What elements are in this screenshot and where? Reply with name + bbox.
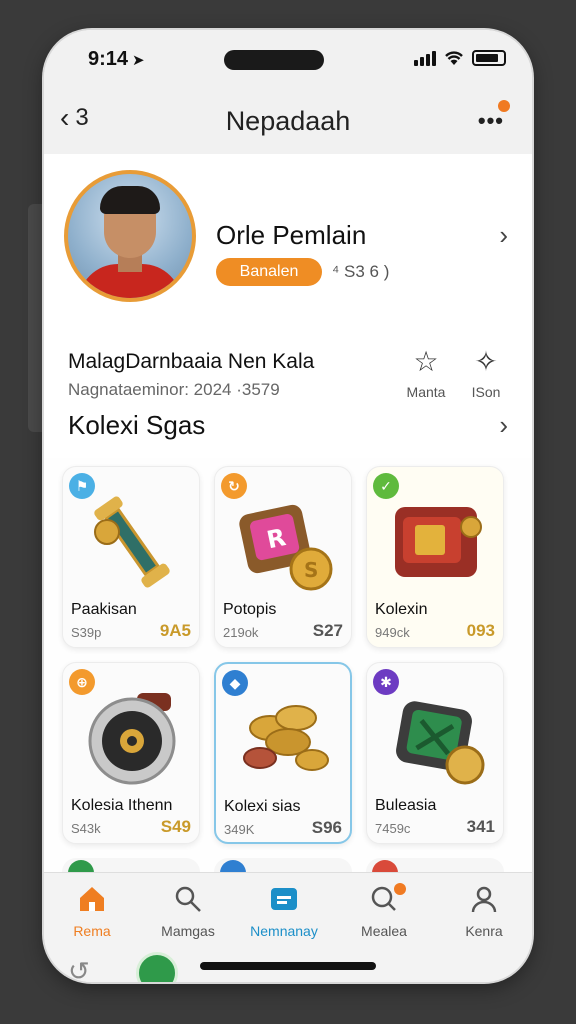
share-action-button[interactable]: ✧ ISon: [458, 346, 514, 400]
battery-icon: [472, 50, 506, 66]
card-subtitle: S43k: [71, 821, 101, 836]
card-title: Kolesia Ithenn: [71, 797, 173, 814]
coins-item-image: [243, 705, 329, 771]
profile-stat: ⁴ S3 6 ): [332, 262, 390, 281]
favorite-action-button[interactable]: ☆ Manta: [398, 346, 454, 400]
signal-icon: [414, 50, 436, 66]
collection-card[interactable]: ⊕ Kolesia Ithenn S43k S49: [62, 662, 200, 844]
profile-icon: [438, 881, 530, 917]
box-item-image: [396, 701, 485, 785]
avatar[interactable]: [64, 170, 196, 302]
card-price: 341: [466, 817, 495, 836]
chevron-right-icon[interactable]: ›: [499, 220, 508, 251]
chat-icon: [338, 881, 430, 917]
more-options-icon[interactable]: •••: [478, 108, 504, 134]
dynamic-island: [224, 50, 324, 70]
card-title: Paakisan: [71, 601, 137, 618]
card-title: Buleasia: [375, 797, 437, 814]
collection-card[interactable]: ✓ Kolexin 949ck 093: [366, 466, 504, 648]
page-title: Nepadaah: [225, 106, 351, 136]
card-subtitle: 949ck: [375, 625, 410, 640]
collection-card[interactable]: ✱ Buleasia 7459c 341: [366, 662, 504, 844]
card-subtitle: 7459c: [375, 821, 411, 836]
wallet-icon: [238, 881, 330, 917]
status-icons: [414, 50, 506, 66]
card-price: S49: [160, 817, 191, 836]
tab-home[interactable]: Rema: [46, 881, 138, 939]
wifi-icon: [445, 51, 463, 65]
section-title: Kolexi Sgas: [68, 410, 206, 440]
collection-card[interactable]: ⚑ Paakisan S39p 9A5: [62, 466, 200, 648]
card-price: 093: [466, 621, 495, 640]
svg-text:S: S: [304, 558, 318, 582]
back-arc-icon: ↺: [68, 956, 90, 982]
card-title: Kolexi sias: [224, 798, 301, 815]
card-price: S27: [312, 621, 343, 640]
collection-section-header[interactable]: Kolexi Sgas ›: [44, 400, 532, 458]
card-title: Potopis: [223, 601, 277, 618]
star-icon: ☆: [413, 346, 439, 377]
scroll-item-image: [94, 496, 170, 588]
share-icon: ✧: [474, 346, 498, 377]
card-subtitle: 219ok: [223, 625, 259, 640]
phone-screen: 9:14 ➤ ‹ 3 Nepadaah ••• Orle Pemlain › B…: [44, 30, 532, 982]
search-icon: [142, 881, 234, 917]
tab-messages[interactable]: Mealea: [338, 881, 430, 939]
status-badge: Banalen: [216, 258, 322, 286]
top-nav-bar: ‹ 3 Nepadaah •••: [44, 90, 532, 154]
profile-name[interactable]: Orle Pemlain: [216, 220, 366, 251]
status-bar: 9:14 ➤: [44, 30, 532, 90]
chest-item-image: R S: [239, 504, 333, 591]
wallet-item-image: [395, 507, 482, 577]
profile-card: Orle Pemlain › Banalen ⁴ S3 6 ) MalagDar…: [44, 154, 532, 434]
tab-profile[interactable]: Kenra: [438, 881, 530, 939]
collection-card-selected[interactable]: ◆ Kolexi sias 349K S96: [214, 662, 352, 844]
tab-wallet[interactable]: Nemnanay: [238, 881, 330, 939]
home-indicator[interactable]: [200, 962, 376, 970]
chevron-right-icon: ›: [499, 410, 508, 440]
tab-search[interactable]: Mamgas: [142, 881, 234, 939]
notification-dot: [498, 100, 510, 112]
guild-meta: Nagnataeminor: 2024 ·3579: [68, 380, 280, 399]
card-subtitle: S39p: [71, 625, 102, 640]
card-price: S96: [311, 818, 342, 837]
collection-card[interactable]: ↻ R S Potopis 219ok S27: [214, 466, 352, 648]
card-price: 9A5: [159, 621, 191, 640]
card-title: Kolexin: [375, 601, 428, 618]
status-time: 9:14 ➤: [88, 48, 145, 70]
guild-name: MalagDarnbaaia Nen Kala: [68, 350, 315, 373]
location-arrow-icon: ➤: [132, 52, 145, 69]
card-subtitle: 349K: [224, 822, 255, 837]
disc-item-image: [88, 693, 176, 785]
home-icon: [46, 881, 138, 917]
notification-dot: [394, 883, 406, 895]
